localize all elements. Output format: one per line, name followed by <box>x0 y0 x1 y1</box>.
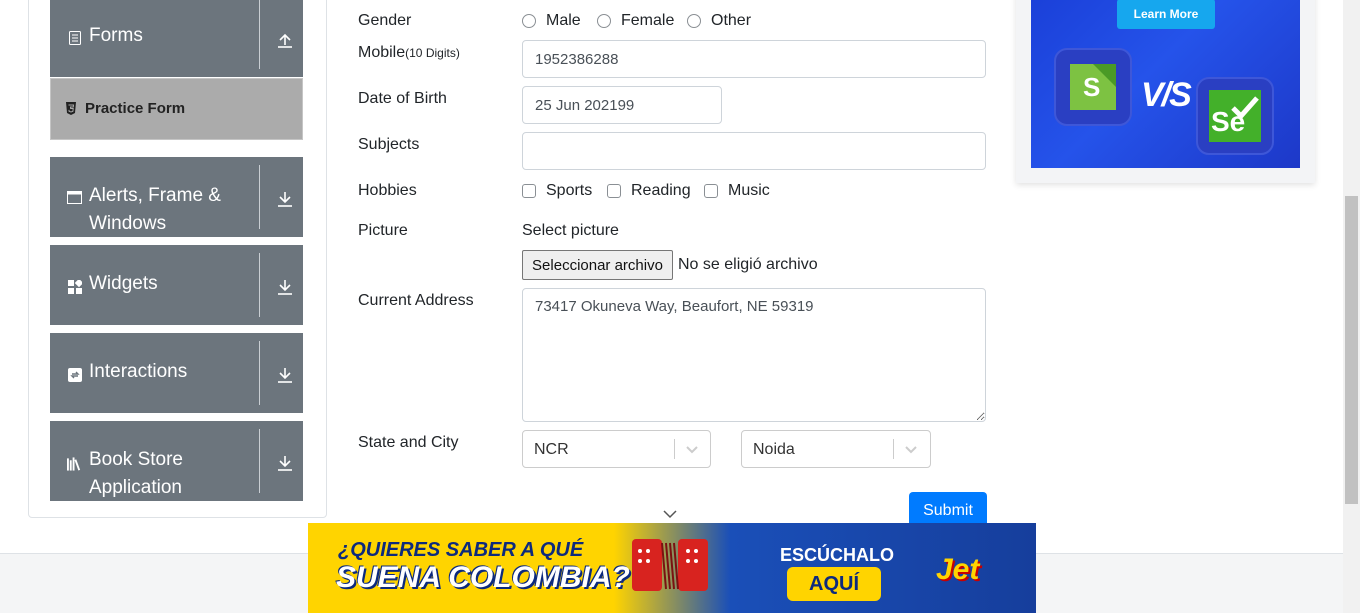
hobby-checkbox-music[interactable]: Music <box>704 182 770 200</box>
chevron-down-icon[interactable] <box>685 442 699 456</box>
expand-down-icon[interactable] <box>275 277 295 297</box>
chevron-down-icon[interactable] <box>904 442 918 456</box>
city-select[interactable]: Noida <box>741 430 931 468</box>
checkbox-label: Music <box>728 182 770 199</box>
scrollbar-thumb[interactable] <box>1345 196 1358 504</box>
banner-cta-top: ESCÚCHALO <box>780 545 895 565</box>
gender-radio-other[interactable]: Other <box>687 12 751 30</box>
gender-radio-male[interactable]: Male <box>522 12 581 30</box>
checkbox[interactable] <box>522 184 536 198</box>
selenium-letters: Se <box>1211 106 1246 137</box>
versus-text: V/S <box>1141 76 1192 114</box>
collapse-up-icon[interactable] <box>275 30 295 50</box>
interactions-icon <box>67 367 82 382</box>
books-icon <box>67 456 82 471</box>
sidebar-group-label-line2: Application <box>89 477 182 498</box>
divider <box>259 253 260 317</box>
checkbox-label: Sports <box>546 182 593 199</box>
select-picture-hint: Select picture <box>522 222 619 239</box>
right-ad-banner[interactable]: Learn More S V/S Se <box>1031 0 1300 168</box>
dob-label: Date of Birth <box>358 90 447 107</box>
divider <box>259 165 260 229</box>
mobile-hint: (10 Digits) <box>405 46 460 60</box>
dob-value: 25 Jun 202199 <box>535 96 635 114</box>
radio-circle[interactable] <box>597 14 611 28</box>
sidebar-item-practice-form[interactable]: Practice Form <box>50 78 303 140</box>
checkbox-label: Reading <box>631 182 691 199</box>
hobby-checkbox-reading[interactable]: Reading <box>607 182 691 200</box>
expand-down-icon[interactable] <box>275 453 295 473</box>
address-label: Current Address <box>358 292 474 309</box>
mobile-input[interactable]: 1952386288 <box>522 40 986 78</box>
picture-label: Picture <box>358 222 408 239</box>
sidebar-group-forms[interactable]: Forms <box>50 0 303 77</box>
sidebar-group-label: Book Store <box>89 449 183 470</box>
checkbox[interactable] <box>607 184 621 198</box>
sidebar-group-interactions[interactable]: Interactions <box>50 333 303 413</box>
sidebar-group-label: Alerts, Frame & <box>89 185 221 206</box>
subjects-label: Subjects <box>358 136 420 153</box>
choose-file-button[interactable]: Seleccionar archivo <box>522 250 673 280</box>
banner-headline-2: SUENA COLOMBIA? <box>336 561 630 594</box>
select-separator <box>674 439 675 459</box>
state-value: NCR <box>534 441 569 458</box>
learn-more-button[interactable]: Learn More <box>1117 0 1215 29</box>
form-icon <box>67 30 82 45</box>
widgets-icon <box>67 279 82 294</box>
expand-down-icon[interactable] <box>275 189 295 209</box>
gender-label: Gender <box>358 12 412 29</box>
katalon-letter: S <box>1083 72 1101 102</box>
jet-logo: Jet <box>936 553 980 586</box>
window-icon <box>67 190 82 205</box>
mobile-value: 1952386288 <box>535 50 619 68</box>
select-separator <box>893 439 894 459</box>
bottom-banner-ad[interactable]: ¿QUIERES SABER A QUÉ SUENA COLOMBIA? ESC… <box>308 523 1036 613</box>
banner-headline-1: ¿QUIERES SABER A QUÉ <box>338 539 584 561</box>
sidebar-group-label: Widgets <box>89 273 158 294</box>
state-select[interactable]: NCR <box>522 430 711 468</box>
banner-cta-button[interactable]: AQUÍ <box>787 567 881 601</box>
divider <box>259 0 260 69</box>
chevron-down-icon[interactable] <box>662 508 678 520</box>
divider <box>259 341 260 405</box>
hobbies-label: Hobbies <box>358 182 417 199</box>
sidebar-group-label: Forms <box>89 25 143 46</box>
radio-label: Other <box>711 12 752 29</box>
subjects-input[interactable] <box>522 132 986 170</box>
expand-down-icon[interactable] <box>275 365 295 385</box>
radio-label: Female <box>621 12 675 29</box>
accordion-icon <box>632 539 708 591</box>
sidebar-group-widgets[interactable]: Widgets <box>50 245 303 325</box>
html5-icon <box>65 102 77 115</box>
sidebar-item-label: Practice Form <box>85 100 186 117</box>
radio-circle[interactable] <box>522 14 536 28</box>
sidebar-group-label-line2: Windows <box>89 213 167 234</box>
state-city-label: State and City <box>358 434 459 451</box>
checkbox[interactable] <box>704 184 718 198</box>
city-value: Noida <box>753 441 795 458</box>
radio-circle[interactable] <box>687 14 701 28</box>
address-textarea[interactable]: 73417 Okuneva Way, Beaufort, NE 59319 <box>522 288 986 422</box>
mobile-label-text: Mobile <box>358 44 406 61</box>
hobby-checkbox-sports[interactable]: Sports <box>522 182 592 200</box>
radio-label: Male <box>546 12 581 29</box>
mobile-label: Mobile(10 Digits) <box>358 44 460 62</box>
file-status: No se eligió archivo <box>678 256 818 273</box>
sidebar-group-book-store[interactable]: Book Store Application <box>50 421 303 501</box>
sidebar-group-label: Interactions <box>89 361 188 382</box>
divider <box>259 429 260 493</box>
sidebar-group-alerts[interactable]: Alerts, Frame & Windows <box>50 157 303 237</box>
dob-input[interactable]: 25 Jun 202199 <box>522 86 722 124</box>
gender-radio-female[interactable]: Female <box>597 12 674 30</box>
practice-form-page: Forms Practice Form Alerts, Frame & Wind… <box>0 0 1360 613</box>
